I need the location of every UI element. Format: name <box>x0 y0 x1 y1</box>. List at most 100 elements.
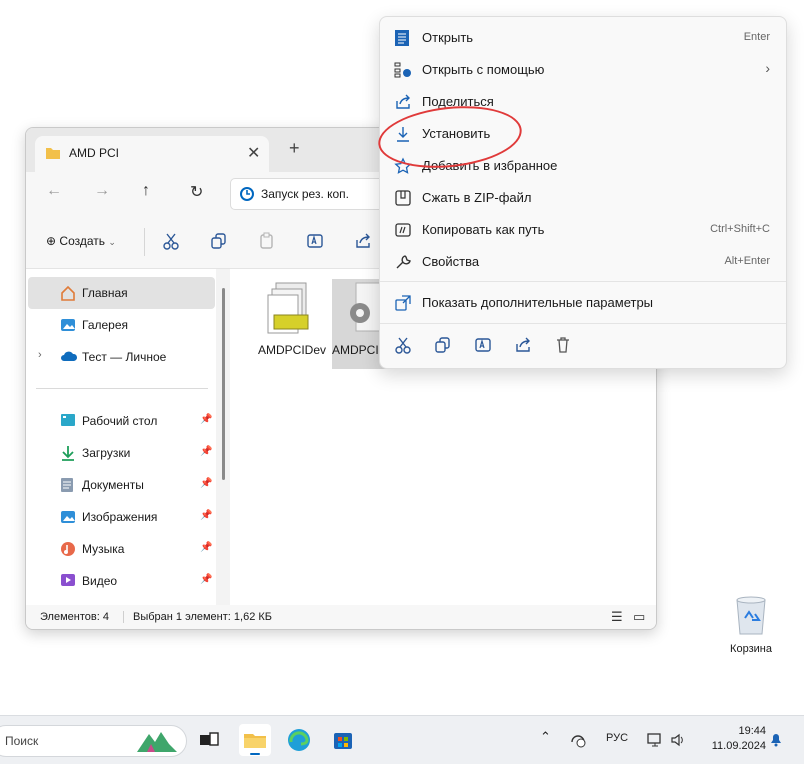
chevron-right-icon: › <box>765 60 770 76</box>
nav-label: Рабочий стол <box>82 414 158 428</box>
context-menu: Открыть Enter Открыть с помощью › Подели… <box>379 16 787 369</box>
clock-time: 19:44 <box>738 725 766 737</box>
back-arrow-icon[interactable]: ← <box>46 182 62 200</box>
menu-shortcut: Alt+Enter <box>724 255 770 267</box>
search-placeholder: Поиск <box>5 734 39 748</box>
nav-scrollbar[interactable] <box>222 288 225 480</box>
pin-icon[interactable]: 📌 <box>200 446 212 457</box>
taskbar-search[interactable]: Поиск <box>0 725 187 757</box>
rename-icon[interactable] <box>306 232 324 250</box>
up-arrow-icon[interactable]: ↑ <box>142 182 150 200</box>
delete-trash-icon[interactable] <box>554 336 572 354</box>
close-tab-icon[interactable]: ✕ <box>247 143 260 163</box>
pin-icon[interactable]: 📌 <box>200 478 212 489</box>
nav-divider <box>36 388 208 389</box>
notification-bell-icon[interactable] <box>768 731 784 750</box>
open-with-icon <box>394 61 412 82</box>
file-name: AMDPCIDev <box>258 343 327 357</box>
new-tab-icon[interactable]: + <box>289 138 300 159</box>
recycle-bin[interactable]: Корзина <box>720 590 782 660</box>
create-label: Создать <box>59 234 106 248</box>
folder-icon <box>45 146 61 163</box>
video-icon <box>60 573 76 590</box>
wrench-icon <box>394 253 412 274</box>
nav-label: Изображения <box>82 510 158 524</box>
menu-item-compress-zip[interactable]: Сжать в ZIP-файл <box>380 182 786 214</box>
item-count: Элементов: 4 <box>40 611 109 623</box>
nav-label: Тест — Личное <box>82 350 167 364</box>
nav-label: Галерея <box>82 318 129 332</box>
recycle-bin-icon <box>733 592 769 639</box>
speaker-icon[interactable] <box>670 732 686 751</box>
chevron-up-icon[interactable]: ⌃ <box>540 729 551 745</box>
chevron-right-icon: › <box>38 349 42 361</box>
system-clock[interactable]: 19:44 11.09.2024 <box>700 724 766 754</box>
backup-icon <box>239 186 255 205</box>
share-icon <box>394 93 412 114</box>
desktop-icon <box>60 413 76 430</box>
forward-arrow-icon[interactable]: → <box>94 182 110 200</box>
setup-information-file-icon <box>266 281 318 340</box>
share-icon[interactable] <box>354 232 372 250</box>
chevron-down-icon: ⌄ <box>108 237 116 247</box>
nav-item-videos[interactable]: Видео 📌 <box>28 565 215 597</box>
recycle-bin-label: Корзина <box>730 643 772 655</box>
music-icon <box>60 541 76 560</box>
nav-item-cloud[interactable]: › Тест — Личное <box>28 341 215 373</box>
file-explorer-taskbar-icon[interactable] <box>239 724 271 756</box>
edge-browser-icon[interactable] <box>283 724 315 756</box>
nav-item-music[interactable]: Музыка 📌 <box>28 533 215 565</box>
nav-item-gallery[interactable]: Галерея <box>28 309 215 341</box>
copy-icon[interactable] <box>434 336 452 354</box>
pin-icon[interactable]: 📌 <box>200 542 212 553</box>
refresh-icon[interactable]: ↻ <box>190 182 203 202</box>
paste-icon[interactable] <box>258 232 276 250</box>
cut-icon[interactable] <box>162 232 180 250</box>
create-button[interactable]: ⊕ Создать ⌄ <box>46 234 116 248</box>
tab-label: AMD PCI <box>69 146 120 160</box>
navigation-pane: Главная Галерея › Тест — Личное Рабочий … <box>26 269 216 605</box>
gallery-icon <box>60 317 76 336</box>
nav-label: Видео <box>82 574 118 588</box>
language-indicator[interactable]: РУС <box>606 732 628 744</box>
nav-item-pictures[interactable]: Изображения 📌 <box>28 501 215 533</box>
copy-icon[interactable] <box>210 232 228 250</box>
network-sync-icon[interactable] <box>570 732 586 751</box>
menu-label: Открыть <box>422 30 474 45</box>
nav-item-downloads[interactable]: Загрузки 📌 <box>28 437 215 469</box>
tiles-view-icon[interactable]: ▭ <box>633 609 645 625</box>
menu-shortcut: Ctrl+Shift+C <box>710 223 770 235</box>
menu-item-copy-path[interactable]: Копировать как путь Ctrl+Shift+C <box>380 214 786 246</box>
menu-label: Свойства <box>422 254 480 269</box>
address-text: Запуск рез. коп. <box>261 187 350 201</box>
microsoft-store-icon[interactable] <box>327 724 359 756</box>
nav-item-home[interactable]: Главная <box>28 277 215 309</box>
file-item[interactable]: AMDPCIDev <box>258 279 326 369</box>
more-options-icon <box>394 294 412 315</box>
rename-icon[interactable] <box>474 336 492 354</box>
status-divider <box>123 611 124 623</box>
plus-circle-icon: ⊕ <box>46 234 57 248</box>
tab-amd-pci[interactable]: AMD PCI ✕ <box>35 136 269 172</box>
download-icon <box>60 445 76 464</box>
menu-item-open-with[interactable]: Открыть с помощью › <box>380 54 786 86</box>
share-icon[interactable] <box>514 336 532 354</box>
pin-icon[interactable]: 📌 <box>200 414 212 425</box>
menu-item-properties[interactable]: Свойства Alt+Enter <box>380 246 786 278</box>
cut-icon[interactable] <box>394 336 412 354</box>
selection-info: Выбран 1 элемент: 1,62 КБ <box>133 611 272 623</box>
zip-archive-icon <box>394 189 412 210</box>
task-view-icon[interactable] <box>192 724 224 756</box>
pin-icon[interactable]: 📌 <box>200 574 212 585</box>
toolbar-divider <box>144 228 145 256</box>
monitor-network-icon[interactable] <box>647 732 663 751</box>
nav-item-documents[interactable]: Документы 📌 <box>28 469 215 501</box>
menu-item-more-options[interactable]: Показать дополнительные параметры <box>380 287 786 319</box>
nav-label: Загрузки <box>82 446 131 460</box>
nav-item-desktop[interactable]: Рабочий стол 📌 <box>28 405 215 437</box>
menu-item-open[interactable]: Открыть Enter <box>380 22 786 54</box>
details-view-icon[interactable]: ☰ <box>611 609 623 625</box>
menu-label: Показать дополнительные параметры <box>422 295 654 310</box>
pin-icon[interactable]: 📌 <box>200 510 212 521</box>
cloud-icon <box>60 349 78 366</box>
